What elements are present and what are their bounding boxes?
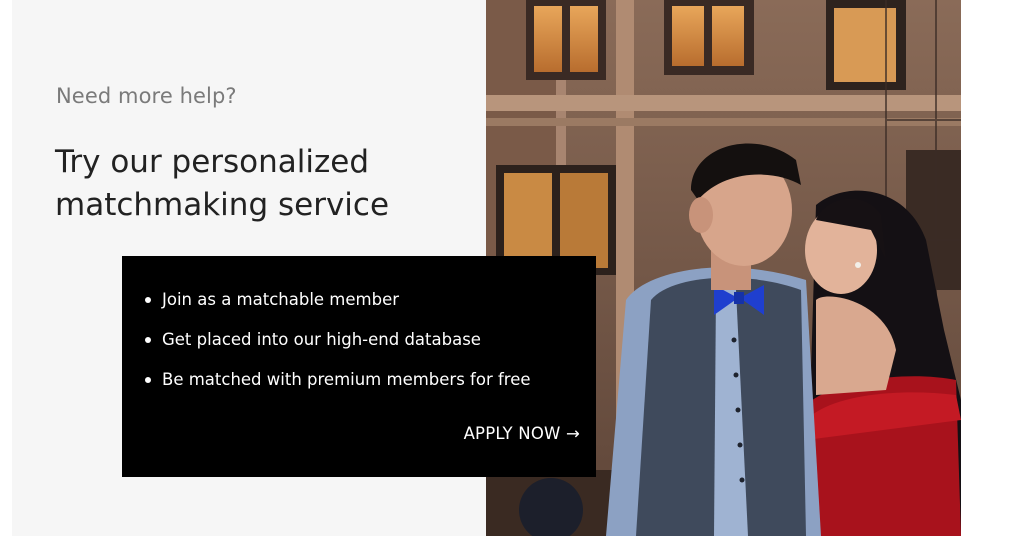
benefit-label: Be matched with premium members for free	[162, 370, 531, 389]
promo-section: Need more help? Try our personalized mat…	[0, 0, 1024, 536]
apply-now-link[interactable]: APPLY NOW →	[464, 424, 580, 443]
promo-kicker: Need more help?	[56, 84, 237, 108]
bullet-icon	[145, 337, 151, 343]
bullet-icon	[145, 297, 151, 303]
bullet-icon	[145, 377, 151, 383]
benefit-item: Join as a matchable member	[145, 288, 531, 328]
benefit-item: Get placed into our high-end database	[145, 328, 531, 368]
benefits-list: Join as a matchable member Get placed in…	[145, 288, 531, 408]
benefit-item: Be matched with premium members for free	[145, 368, 531, 408]
benefit-label: Join as a matchable member	[162, 290, 400, 309]
benefit-label: Get placed into our high-end database	[162, 330, 481, 349]
promo-headline: Try our personalized matchmaking service	[55, 144, 390, 223]
benefits-card: Join as a matchable member Get placed in…	[122, 256, 596, 477]
